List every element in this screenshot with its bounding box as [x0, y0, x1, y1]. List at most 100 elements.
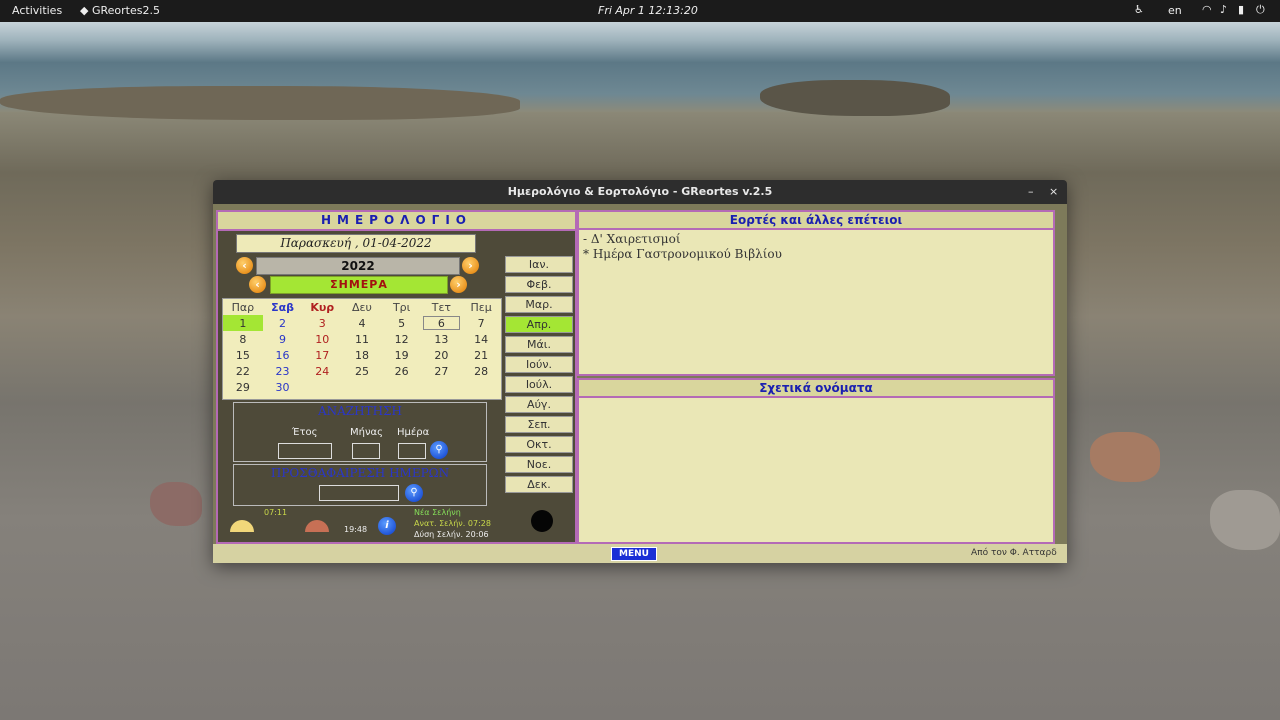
day-cell[interactable]: 7	[461, 315, 501, 331]
activities-button[interactable]: Activities	[12, 4, 62, 17]
sunset-time: 19:48	[344, 525, 368, 534]
power-icon[interactable]: ⏻	[1256, 3, 1265, 17]
weekday-header: Τρι	[392, 300, 411, 314]
month-button-mar[interactable]: Μαρ.	[505, 296, 573, 313]
month-button-apr[interactable]: Απρ.	[505, 316, 573, 333]
language-indicator[interactable]: en	[1168, 4, 1182, 17]
day-cell[interactable]: 23	[263, 363, 303, 379]
day-cell[interactable]: 8	[223, 331, 263, 347]
volume-icon[interactable]: ♪	[1220, 3, 1227, 16]
today-button[interactable]: ΣΗΜΕΡΑ	[270, 276, 448, 294]
day-input[interactable]	[398, 443, 426, 459]
month-button-aug[interactable]: Αύγ.	[505, 396, 573, 413]
clock[interactable]: Fri Apr 1 12:13:20	[598, 4, 698, 17]
day-cell[interactable]	[302, 379, 342, 395]
month-grid: Παρ Σαβ Κυρ Δευ Τρι Τετ Πεμ 1 2 3 4 5 6 …	[222, 298, 502, 400]
window-titlebar[interactable]: Ημερολόγιο & Εορτολόγιο - GReortes v.2.5…	[213, 180, 1067, 204]
month-button-nov[interactable]: Νοε.	[505, 456, 573, 473]
feast-item: - Δ' Χαιρετισμοί	[583, 232, 681, 246]
day-cell[interactable]: 3	[302, 315, 342, 331]
sunset-icon	[305, 520, 329, 532]
day-cell[interactable]: 26	[382, 363, 422, 379]
names-header: Σχετικά ονόματα	[579, 380, 1053, 398]
accessibility-icon[interactable]: ♿	[1134, 3, 1144, 16]
feasts-header: Εορτές και άλλες επέτειοι	[579, 212, 1053, 230]
author-credit: Από τον Φ. Ατταρδ	[971, 548, 1057, 558]
add-days-section: ΠΡΟΣΘΑΦΑΙΡΕΣΗ ΗΜΕΡΩΝ ⚲	[233, 464, 487, 506]
moon-phase: Νέα Σελήνη	[414, 508, 461, 517]
day-cell[interactable]: 25	[342, 363, 382, 379]
feast-item: * Ημέρα Γαστρονομικού Βιβλίου	[583, 247, 782, 261]
day-cell[interactable]: 9	[263, 331, 303, 347]
day-cell[interactable]: 11	[342, 331, 382, 347]
day-cell-today[interactable]: 1	[223, 315, 263, 331]
top-bar: Activities ◆ GReortes2.5 Fri Apr 1 12:13…	[0, 0, 1280, 22]
month-button-feb[interactable]: Φεβ.	[505, 276, 573, 293]
day-cell[interactable]: 28	[461, 363, 501, 379]
day-cell[interactable]: 16	[263, 347, 303, 363]
year-label: Έτος	[292, 427, 318, 438]
day-cell[interactable]: 4	[342, 315, 382, 331]
prev-year-arrow-icon[interactable]: ‹	[236, 257, 253, 274]
day-cell[interactable]: 21	[461, 347, 501, 363]
day-cell[interactable]: 15	[223, 347, 263, 363]
minimize-button[interactable]: –	[1028, 180, 1034, 204]
wifi-icon[interactable]: ◠	[1202, 3, 1212, 16]
day-cell[interactable]	[461, 379, 501, 395]
day-cell[interactable]: 27	[422, 363, 462, 379]
app-name: GReortes2.5	[91, 4, 160, 17]
info-icon[interactable]: i	[378, 517, 396, 535]
day-cell[interactable]: 19	[382, 347, 422, 363]
search-icon[interactable]: ⚲	[430, 441, 448, 459]
month-button-oct[interactable]: Οκτ.	[505, 436, 573, 453]
year-input[interactable]	[278, 443, 332, 459]
month-button-jul[interactable]: Ιούλ.	[505, 376, 573, 393]
days-input[interactable]	[319, 485, 399, 501]
add-days-search-icon[interactable]: ⚲	[405, 484, 423, 502]
battery-icon[interactable]: ▮	[1238, 3, 1244, 16]
close-button[interactable]: ×	[1049, 180, 1058, 204]
month-button-jan[interactable]: Ιαν.	[505, 256, 573, 273]
day-cell[interactable]: 14	[461, 331, 501, 347]
status-footer: MENU Από τον Φ. Ατταρδ	[213, 544, 1067, 563]
month-button-may[interactable]: Μάι.	[505, 336, 573, 353]
window-content: ΗΜΕΡΟΛΟΓΙΟ Παρασκευή , 01-04-2022 ‹ 2022…	[213, 204, 1067, 563]
background-rock	[1210, 490, 1280, 550]
day-cell[interactable]: 2	[263, 315, 303, 331]
next-year-arrow-icon[interactable]: ›	[462, 257, 479, 274]
menu-button[interactable]: MENU	[611, 547, 657, 561]
day-cell[interactable]: 5	[382, 315, 422, 331]
names-panel: Σχετικά ονόματα	[577, 378, 1055, 544]
search-section: ΑΝΑΖΗΤΗΣΗ Έτος Μήνας Ημέρα ⚲	[233, 402, 487, 462]
day-cell[interactable]: 24	[302, 363, 342, 379]
day-cell[interactable]: 12	[382, 331, 422, 347]
prev-month-arrow-icon[interactable]: ‹	[249, 276, 266, 293]
weekday-header: Πεμ	[470, 300, 492, 314]
day-cell[interactable]	[422, 379, 462, 395]
month-button-jun[interactable]: Ιούν.	[505, 356, 573, 373]
weekday-header: Κυρ	[310, 300, 335, 314]
calendar-header: ΗΜΕΡΟΛΟΓΙΟ	[218, 212, 575, 231]
moonrise-time: Ανατ. Σελήν. 07:28	[414, 519, 491, 528]
background-rock	[1090, 432, 1160, 482]
day-cell[interactable]: 22	[223, 363, 263, 379]
day-cell[interactable]	[342, 379, 382, 395]
month-button-sep[interactable]: Σεπ.	[505, 416, 573, 433]
day-cell[interactable]: 10	[302, 331, 342, 347]
day-cell[interactable]: 20	[422, 347, 462, 363]
weekday-header: Δευ	[352, 300, 372, 314]
moonset-time: Δύση Σελήν. 20:06	[414, 530, 489, 539]
day-cell[interactable]	[382, 379, 422, 395]
day-cell[interactable]: 30	[263, 379, 303, 395]
month-input[interactable]	[352, 443, 380, 459]
day-cell[interactable]: 29	[223, 379, 263, 395]
background-rock	[0, 86, 520, 120]
next-month-arrow-icon[interactable]: ›	[450, 276, 467, 293]
app-menu[interactable]: ◆ GReortes2.5	[80, 4, 160, 17]
day-cell[interactable]: 6	[422, 315, 462, 331]
day-cell[interactable]: 13	[422, 331, 462, 347]
month-button-dec[interactable]: Δεκ.	[505, 476, 573, 493]
selected-date: Παρασκευή , 01-04-2022	[236, 234, 476, 253]
day-cell[interactable]: 18	[342, 347, 382, 363]
day-cell[interactable]: 17	[302, 347, 342, 363]
